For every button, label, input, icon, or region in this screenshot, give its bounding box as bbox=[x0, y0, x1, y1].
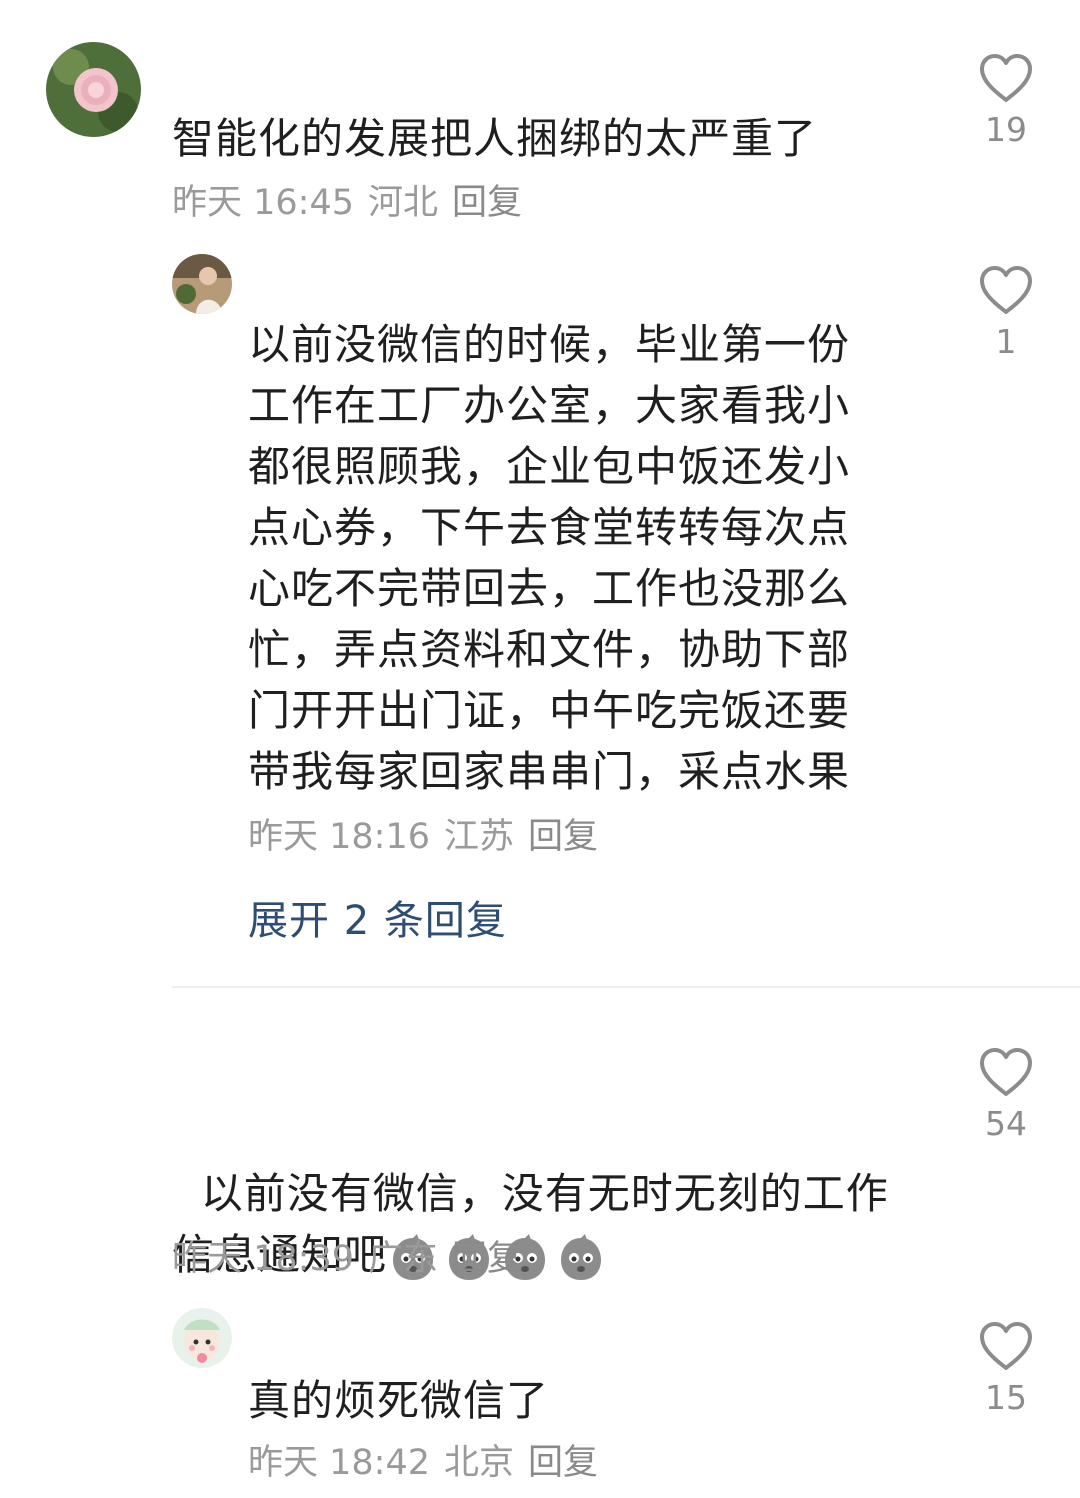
avatar[interactable] bbox=[172, 254, 232, 314]
comment-meta: 昨天 18:39 广东 回复 bbox=[172, 1230, 522, 1281]
comment-location: 河北 bbox=[368, 183, 439, 223]
woman-photo-avatar-icon bbox=[172, 254, 232, 314]
like-count: 19 bbox=[985, 110, 1027, 149]
like-count: 1 bbox=[995, 322, 1017, 361]
reply-button[interactable]: 回复 bbox=[452, 174, 522, 225]
heart-outline-icon[interactable] bbox=[978, 264, 1034, 316]
comment-meta: 昨天 16:45 河北 回复 bbox=[172, 174, 522, 225]
comment-text: 真的烦死微信了 bbox=[248, 1376, 550, 1425]
comment-time: 昨天 16:45 bbox=[172, 183, 354, 223]
avatar[interactable] bbox=[172, 1308, 232, 1368]
worried-face-emoji bbox=[555, 1232, 607, 1284]
like-button[interactable]: 1 bbox=[966, 264, 1046, 361]
pink-rose-avatar-icon bbox=[46, 42, 141, 137]
divider bbox=[172, 986, 1080, 988]
like-count: 54 bbox=[985, 1104, 1027, 1143]
cartoon-character-avatar-icon bbox=[172, 1308, 232, 1368]
heart-outline-icon[interactable] bbox=[978, 1320, 1034, 1372]
comment-time: 昨天 18:39 bbox=[172, 1239, 354, 1279]
comment-location: 广东 bbox=[368, 1239, 439, 1279]
comment-time: 昨天 18:16 bbox=[248, 817, 430, 857]
comment-time: 昨天 18:42 bbox=[248, 1443, 430, 1483]
heart-outline-icon[interactable] bbox=[978, 52, 1034, 104]
reply-button[interactable]: 回复 bbox=[452, 1230, 522, 1281]
heart-outline-icon[interactable] bbox=[978, 1046, 1034, 1098]
expand-replies-link[interactable]: 展开 2 条回复 bbox=[248, 888, 507, 946]
like-button[interactable]: 15 bbox=[966, 1320, 1046, 1417]
comment-meta: 昨天 18:42 北京 回复 bbox=[248, 1434, 598, 1485]
like-button[interactable]: 54 bbox=[966, 1046, 1046, 1143]
like-button[interactable]: 19 bbox=[966, 52, 1046, 149]
comment-location: 江苏 bbox=[444, 817, 515, 857]
reply-button[interactable]: 回复 bbox=[528, 808, 598, 859]
comment-text: 智能化的发展把人捆绑的太严重了 bbox=[172, 114, 818, 163]
avatar[interactable] bbox=[46, 42, 141, 137]
reply-button[interactable]: 回复 bbox=[528, 1434, 598, 1485]
like-count: 15 bbox=[985, 1378, 1027, 1417]
comment-text: 以前没微信的时候，毕业第一份 工作在工厂办公室，大家看我小 都很照顾我，企业包中… bbox=[248, 320, 851, 796]
comment-location: 北京 bbox=[444, 1443, 515, 1483]
comment-meta: 昨天 18:16 江苏 回复 bbox=[248, 808, 598, 859]
